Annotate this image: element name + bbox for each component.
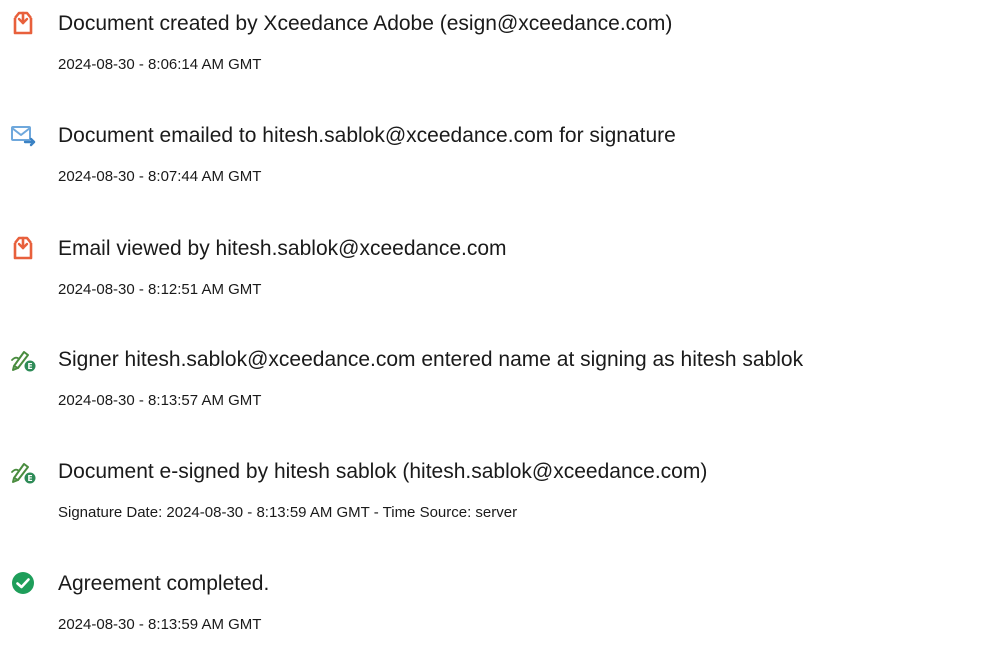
event-title: Agreement completed.: [58, 572, 270, 595]
esign-pen-icon: E: [10, 346, 36, 372]
event-title: Email viewed by hitesh.sablok@xceedance.…: [58, 237, 507, 260]
event-signature-details: Signature Date: 2024-08-30 - 8:13:59 AM …: [58, 504, 518, 521]
audit-event: Document created by Xceedance Adobe (esi…: [0, 0, 1002, 80]
audit-event: Agreement completed. 2024-08-30 - 8:13:5…: [0, 560, 1002, 640]
check-circle-icon: [10, 570, 36, 596]
document-created-icon: [10, 10, 36, 36]
audit-event: Document emailed to hitesh.sablok@xceeda…: [0, 112, 1002, 192]
audit-event: E Document e-signed by hitesh sablok (hi…: [0, 448, 1002, 528]
email-sent-icon: [10, 122, 36, 148]
document-viewed-icon: [10, 235, 36, 261]
esign-pen-icon: E: [10, 458, 36, 484]
event-title: Signer hitesh.sablok@xceedance.com enter…: [58, 348, 804, 371]
audit-event: E Signer hitesh.sablok@xceedance.com ent…: [0, 336, 1002, 416]
event-timestamp: 2024-08-30 - 8:06:14 AM GMT: [58, 56, 262, 73]
event-timestamp: 2024-08-30 - 8:07:44 AM GMT: [58, 168, 262, 185]
event-timestamp: 2024-08-30 - 8:12:51 AM GMT: [58, 281, 262, 298]
event-timestamp: 2024-08-30 - 8:13:57 AM GMT: [58, 392, 262, 409]
event-title: Document e-signed by hitesh sablok (hite…: [58, 460, 708, 483]
svg-text:E: E: [27, 474, 32, 483]
event-title: Document emailed to hitesh.sablok@xceeda…: [58, 124, 676, 147]
svg-text:E: E: [27, 362, 32, 371]
event-timestamp: 2024-08-30 - 8:13:59 AM GMT: [58, 616, 262, 633]
event-title: Document created by Xceedance Adobe (esi…: [58, 12, 673, 35]
audit-event: Email viewed by hitesh.sablok@xceedance.…: [0, 225, 1002, 305]
